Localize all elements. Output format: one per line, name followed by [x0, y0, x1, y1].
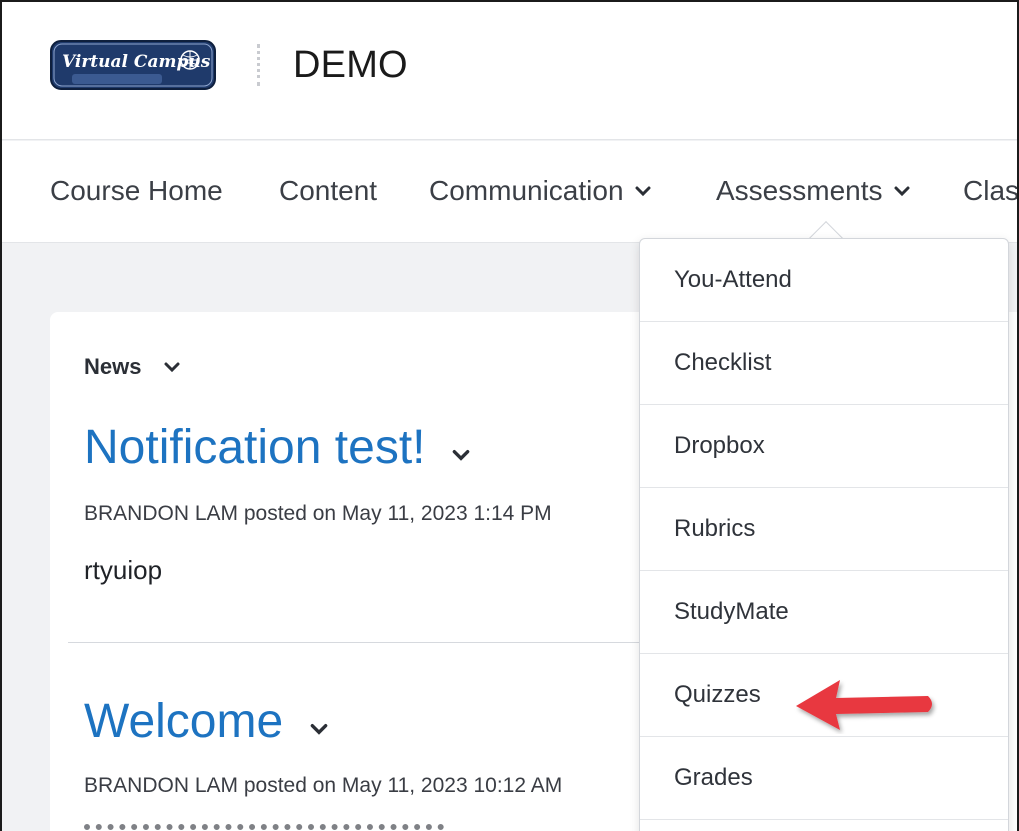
nav-label: Assessments [716, 175, 883, 206]
menu-item-studymate[interactable]: StudyMate [640, 571, 1008, 654]
news-divider [68, 642, 648, 643]
nav-label: Course Home [50, 175, 223, 206]
menu-item-grades[interactable]: Grades [640, 737, 1008, 820]
news-title-text[interactable]: Notification test! [84, 420, 425, 475]
chevron-down-icon [894, 186, 909, 197]
nav-classlist[interactable]: Clas [963, 175, 1019, 207]
menu-item-rubrics[interactable]: Rubrics [640, 488, 1008, 571]
chevron-down-icon[interactable] [163, 358, 181, 376]
chevron-down-icon [635, 186, 651, 197]
news-item-meta: BRANDON LAM posted on May 11, 2023 10:12… [84, 774, 563, 797]
annotation-arrow-icon [796, 680, 932, 730]
menu-item-dropbox[interactable]: Dropbox [640, 405, 1008, 488]
nav-content[interactable]: Content [279, 175, 377, 207]
header-divider [257, 44, 260, 86]
nav-course-home[interactable]: Course Home [50, 175, 223, 207]
menu-item-you-attend[interactable]: You-Attend [640, 239, 1008, 322]
news-item-body: rtyuiop [84, 555, 163, 585]
nav-communication[interactable]: Communication [429, 175, 652, 207]
chevron-down-icon[interactable] [309, 719, 329, 739]
virtual-campus-logo[interactable]: Virtual Campus [50, 40, 216, 90]
nav-label: Communication [429, 175, 624, 206]
course-header: Virtual Campus DEMO [2, 2, 1017, 140]
assessments-dropdown-menu: You-Attend Checklist Dropbox Rubrics Stu… [639, 238, 1009, 831]
menu-item-checklist[interactable]: Checklist [640, 322, 1008, 405]
chevron-down-icon[interactable] [451, 445, 471, 465]
nav-assessments[interactable]: Assessments [716, 175, 911, 207]
news-item-meta: BRANDON LAM posted on May 11, 2023 1:14 … [84, 502, 552, 525]
news-body-clipped [84, 824, 444, 831]
news-widget-header[interactable]: News [84, 354, 181, 380]
news-item-title[interactable]: Notification test! [84, 420, 471, 475]
news-item-title[interactable]: Welcome [84, 694, 329, 749]
news-widget-title: News [84, 354, 142, 379]
course-navbar: Course Home Content Communication Assess… [2, 141, 1017, 243]
nav-label: Content [279, 175, 378, 206]
course-title[interactable]: DEMO [293, 44, 408, 87]
news-title-text[interactable]: Welcome [84, 694, 283, 749]
nav-label: Clas [963, 175, 1019, 206]
browser-frame: Virtual Campus DEMO Course Home Content … [0, 0, 1019, 831]
